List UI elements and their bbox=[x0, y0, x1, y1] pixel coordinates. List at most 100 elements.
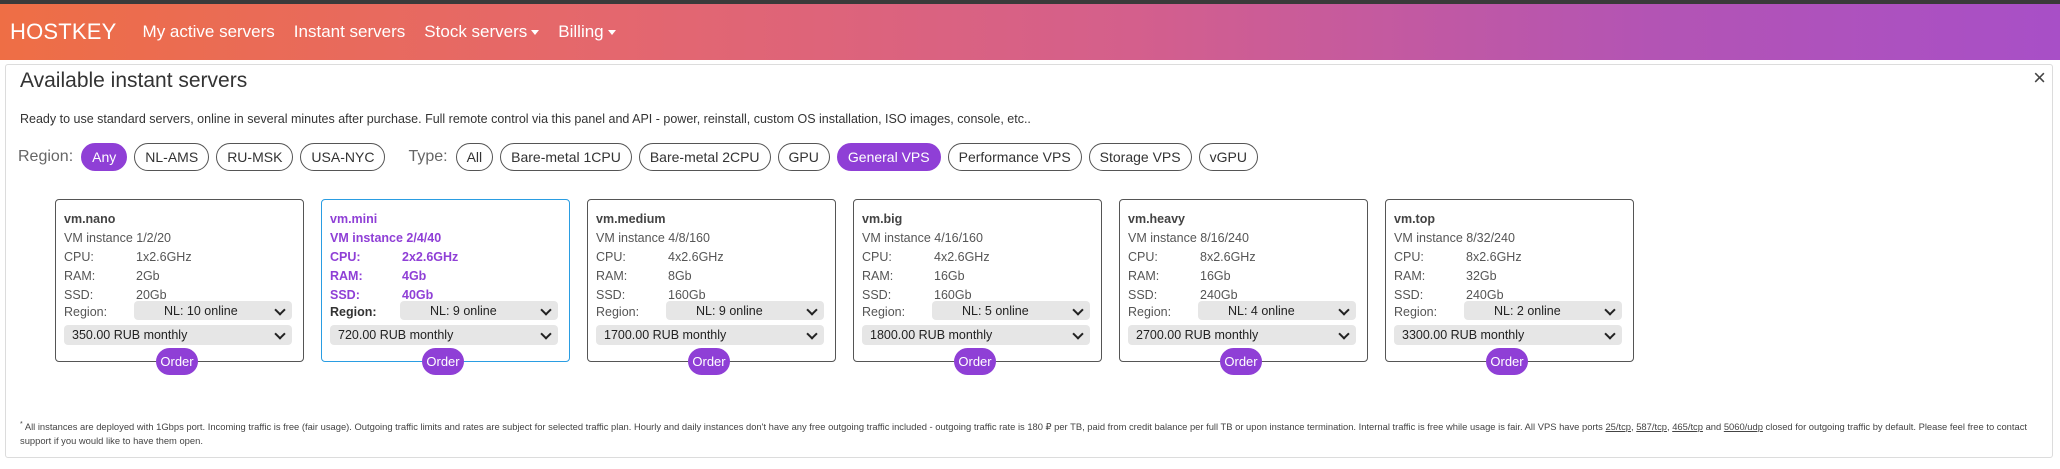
region-select[interactable]: NL: 9 online bbox=[400, 301, 558, 320]
type-filter-label: Type: bbox=[408, 148, 448, 165]
chevron-down-icon bbox=[540, 304, 552, 316]
cpu-value: 8x2.6GHz bbox=[1200, 250, 1256, 264]
server-card-vm-heavy[interactable]: vm.heavy VM instance 8/16/240 CPU: 8x2.6… bbox=[1119, 199, 1368, 375]
type-pill-gpu[interactable]: GPU bbox=[777, 143, 830, 171]
order-button[interactable]: Order bbox=[1220, 348, 1262, 375]
chevron-down-icon bbox=[274, 304, 286, 316]
server-card-vm-medium[interactable]: vm.medium VM instance 4/8/160 CPU: 4x2.6… bbox=[587, 199, 836, 375]
region-select-value: NL: 4 online bbox=[1228, 303, 1295, 318]
ram-value: 2Gb bbox=[136, 269, 160, 283]
chevron-down-icon bbox=[1072, 304, 1084, 316]
region-select-value: NL: 2 online bbox=[1494, 303, 1561, 318]
price-select-value: 350.00 RUB monthly bbox=[72, 328, 188, 342]
server-card-vm-top[interactable]: vm.top VM instance 8/32/240 CPU: 8x2.6GH… bbox=[1385, 199, 1634, 375]
server-instance: VM instance 8/16/240 bbox=[1128, 231, 1249, 245]
region-label: Region: bbox=[1394, 305, 1438, 319]
ram-value: 4Gb bbox=[402, 269, 427, 283]
server-name: vm.top bbox=[1394, 212, 1435, 226]
port-25-tcp: 25/tcp bbox=[1605, 421, 1631, 433]
instant-servers-panel: Available instant servers × Ready to use… bbox=[5, 64, 2053, 458]
top-navbar: HOSTKEY My active servers Instant server… bbox=[0, 4, 2060, 60]
type-pill-general-vps[interactable]: General VPS bbox=[836, 143, 941, 171]
order-button[interactable]: Order bbox=[954, 348, 996, 375]
type-pill-bare-metal-1cpu[interactable]: Bare-metal 1CPU bbox=[500, 143, 632, 171]
close-icon[interactable]: × bbox=[2033, 65, 2046, 91]
nav-billing[interactable]: Billing bbox=[558, 22, 616, 42]
server-instance: VM instance 2/4/40 bbox=[330, 231, 442, 245]
price-select[interactable]: 1800.00 RUB monthly bbox=[862, 325, 1090, 345]
type-pill-performance-vps[interactable]: Performance VPS bbox=[947, 143, 1082, 171]
nav-my-active-servers[interactable]: My active servers bbox=[143, 22, 275, 42]
ram-value: 32Gb bbox=[1466, 269, 1497, 283]
region-pill-usa-nyc[interactable]: USA-NYC bbox=[300, 143, 386, 171]
region-select[interactable]: NL: 4 online bbox=[1198, 301, 1356, 320]
order-button[interactable]: Order bbox=[156, 348, 198, 375]
cpu-value: 1x2.6GHz bbox=[136, 250, 192, 264]
region-pill-ru-msk[interactable]: RU-MSK bbox=[216, 143, 294, 171]
price-select[interactable]: 2700.00 RUB monthly bbox=[1128, 325, 1356, 345]
cpu-label: CPU: bbox=[64, 250, 94, 264]
region-select[interactable]: NL: 10 online bbox=[134, 301, 292, 320]
region-pill-nl-ams[interactable]: NL-AMS bbox=[134, 143, 210, 171]
region-select[interactable]: NL: 9 online bbox=[666, 301, 824, 320]
panel-title: Available instant servers bbox=[20, 69, 248, 92]
server-card-vm-big[interactable]: vm.big VM instance 4/16/160 CPU: 4x2.6GH… bbox=[853, 199, 1102, 375]
type-pill-bare-metal-2cpu[interactable]: Bare-metal 2CPU bbox=[638, 143, 771, 171]
cpu-label: CPU: bbox=[862, 250, 892, 264]
type-pill-vgpu[interactable]: vGPU bbox=[1198, 143, 1258, 171]
order-button[interactable]: Order bbox=[1486, 348, 1528, 375]
nav-stock-servers-label: Stock servers bbox=[424, 22, 528, 41]
price-select[interactable]: 1700.00 RUB monthly bbox=[596, 325, 824, 345]
server-instance: VM instance 8/32/240 bbox=[1394, 231, 1515, 245]
type-pill-all[interactable]: All bbox=[455, 143, 494, 171]
order-button[interactable]: Order bbox=[422, 348, 464, 375]
region-select[interactable]: NL: 2 online bbox=[1464, 301, 1622, 320]
price-select[interactable]: 720.00 RUB monthly bbox=[330, 325, 558, 345]
server-card-vm-mini[interactable]: vm.mini VM instance 2/4/40 CPU: 2x2.6GHz… bbox=[321, 199, 570, 375]
server-card-vm-nano[interactable]: vm.nano VM instance 1/2/20 CPU: 1x2.6GHz… bbox=[55, 199, 304, 375]
cpu-value: 4x2.6GHz bbox=[668, 250, 724, 264]
region-label: Region: bbox=[596, 305, 640, 319]
order-button[interactable]: Order bbox=[688, 348, 730, 375]
region-pill-any[interactable]: Any bbox=[81, 143, 128, 171]
server-name: vm.heavy bbox=[1128, 212, 1185, 226]
nav-billing-label: Billing bbox=[558, 22, 604, 41]
region-select-value: NL: 9 online bbox=[430, 303, 497, 318]
server-instance: VM instance 1/2/20 bbox=[64, 231, 172, 245]
price-select[interactable]: 350.00 RUB monthly bbox=[64, 325, 292, 345]
server-name: vm.big bbox=[862, 212, 903, 226]
ssd-label: SSD: bbox=[330, 288, 360, 302]
cpu-label: CPU: bbox=[330, 250, 361, 264]
ssd-value: 160Gb bbox=[934, 288, 972, 302]
region-select[interactable]: NL: 5 online bbox=[932, 301, 1090, 320]
chevron-down-icon bbox=[1604, 304, 1616, 316]
panel-description: Ready to use standard servers, online in… bbox=[20, 112, 1031, 126]
region-filter-label: Region: bbox=[18, 148, 74, 165]
ram-value: 16Gb bbox=[1200, 269, 1231, 283]
region-select-value: NL: 5 online bbox=[962, 303, 1029, 318]
region-label: Region: bbox=[64, 305, 108, 319]
ssd-value: 20Gb bbox=[136, 288, 167, 302]
ssd-value: 240Gb bbox=[1200, 288, 1238, 302]
region-label: Region: bbox=[330, 305, 377, 319]
chevron-down-icon bbox=[806, 304, 818, 316]
type-pill-storage-vps[interactable]: Storage VPS bbox=[1088, 143, 1192, 171]
ram-label: RAM: bbox=[1128, 269, 1160, 283]
ssd-label: SSD: bbox=[1394, 288, 1424, 302]
port-587-tcp: 587/tcp bbox=[1636, 421, 1667, 433]
traffic-footnote: * All instances are deployed with 1Gbps … bbox=[20, 418, 2030, 448]
footnote-sep: and bbox=[1702, 421, 1724, 433]
cpu-label: CPU: bbox=[1128, 250, 1158, 264]
price-select-value: 720.00 RUB monthly bbox=[338, 328, 454, 342]
nav-instant-servers[interactable]: Instant servers bbox=[294, 22, 406, 42]
ram-label: RAM: bbox=[330, 269, 363, 283]
server-name: vm.mini bbox=[330, 212, 378, 226]
brand-logo[interactable]: HOSTKEY bbox=[10, 19, 117, 45]
ssd-label: SSD: bbox=[64, 288, 94, 302]
chevron-down-icon bbox=[1338, 328, 1350, 340]
chevron-down-icon bbox=[274, 328, 286, 340]
nav-stock-servers[interactable]: Stock servers bbox=[424, 22, 540, 42]
port-5060-udp: 5060/udp bbox=[1723, 421, 1763, 433]
price-select[interactable]: 3300.00 RUB monthly bbox=[1394, 325, 1622, 345]
region-select-value: NL: 10 online bbox=[164, 303, 238, 318]
